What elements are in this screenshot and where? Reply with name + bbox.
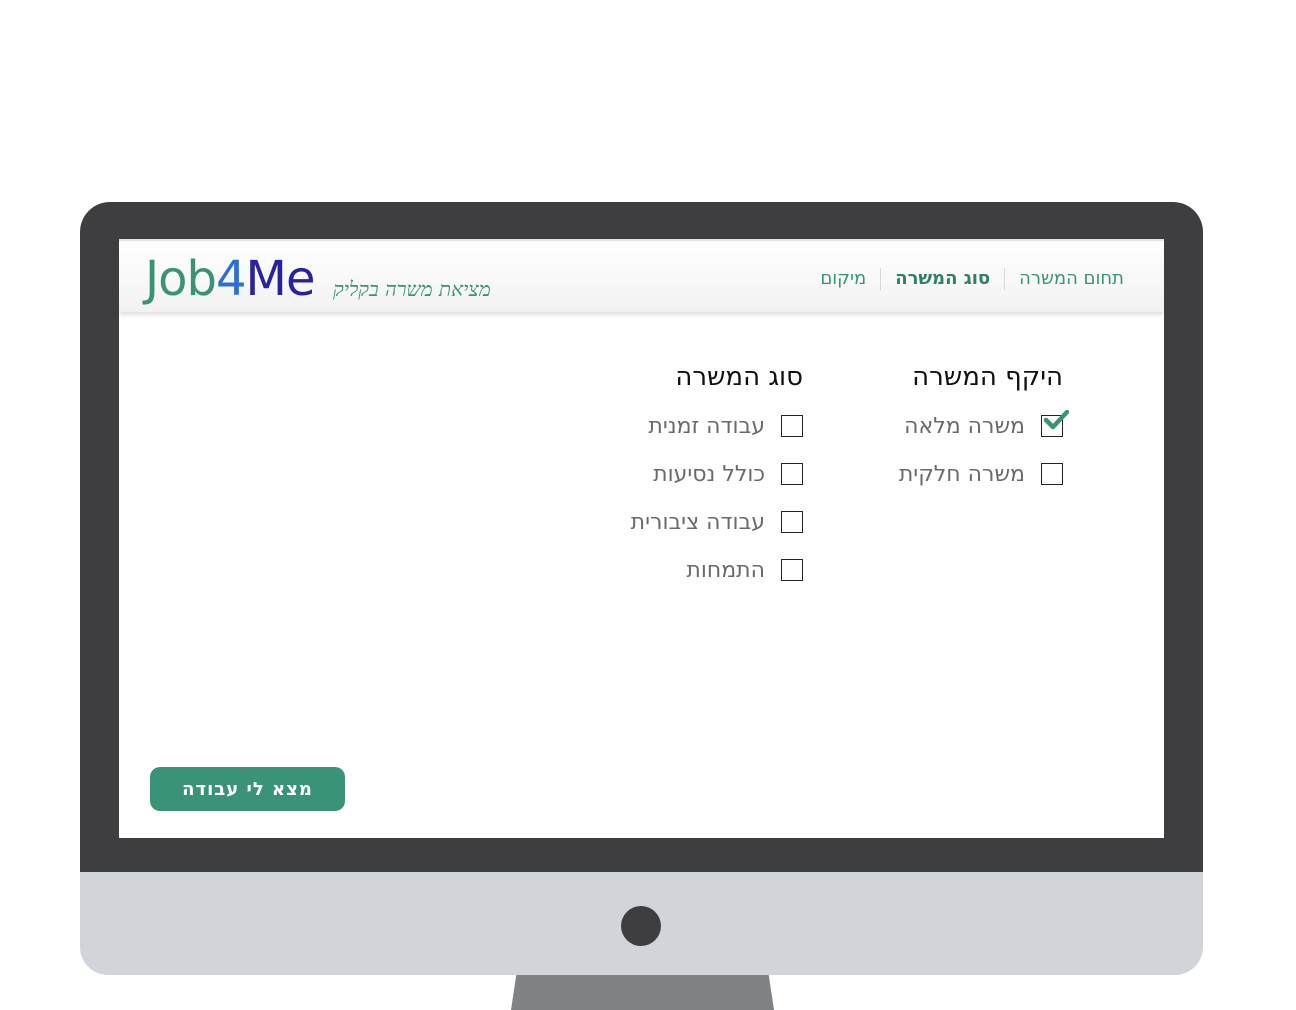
app-screen: Job4Me מציאת משרה בקליק תחום המשרה סוג ה… <box>119 239 1164 838</box>
option-travel[interactable]: כולל נסיעות <box>631 461 803 487</box>
option-full-time[interactable]: משרה מלאה <box>899 410 1069 439</box>
checkbox-internship[interactable] <box>781 559 803 581</box>
tagline: מציאת משרה בקליק <box>333 277 491 301</box>
job-type-title: סוג המשרה <box>675 362 803 392</box>
checkbox-temporary[interactable] <box>781 415 803 437</box>
option-label: עבודה ציבורית <box>630 509 765 535</box>
scope-title: היקף המשרה <box>912 362 1063 392</box>
option-temporary[interactable]: עבודה זמנית <box>631 413 803 439</box>
checkbox-public-sector[interactable] <box>781 511 803 533</box>
option-internship[interactable]: התמחות <box>631 557 803 583</box>
job-type-section: סוג המשרה עבודה זמנית כולל נסיעות עבודה … <box>631 362 803 606</box>
option-label: התמחות <box>686 557 765 583</box>
site-header: Job4Me מציאת משרה בקליק תחום המשרה סוג ה… <box>119 239 1164 312</box>
option-label: משרה מלאה <box>904 413 1025 439</box>
option-public-sector[interactable]: עבודה ציבורית <box>630 509 803 535</box>
logo-part-me: Me <box>245 251 316 307</box>
scope-section: היקף המשרה משרה מלאה משרה חלקית <box>898 362 1069 510</box>
nav-item-field[interactable]: תחום המשרה <box>1005 267 1124 291</box>
logo-part-4: 4 <box>216 251 247 307</box>
checkbox-travel[interactable] <box>781 463 803 485</box>
logo[interactable]: Job4Me <box>145 249 315 309</box>
checkbox-full-time[interactable] <box>1041 410 1069 437</box>
option-label: משרה חלקית <box>898 461 1025 487</box>
find-job-button[interactable]: מצא לי עבודה <box>150 767 345 811</box>
power-button-icon <box>621 906 661 946</box>
option-part-time[interactable]: משרה חלקית <box>898 461 1063 487</box>
nav-item-job-type[interactable]: סוג המשרה <box>881 267 1004 291</box>
nav-divider <box>1004 268 1006 290</box>
top-nav: תחום המשרה סוג המשרה מיקום <box>806 267 1124 291</box>
option-label: כולל נסיעות <box>653 461 765 487</box>
check-icon <box>1043 410 1069 430</box>
nav-item-location[interactable]: מיקום <box>806 267 880 291</box>
nav-divider <box>880 268 882 290</box>
checkbox-part-time[interactable] <box>1041 463 1063 485</box>
logo-part-job: Job <box>145 251 217 307</box>
option-label: עבודה זמנית <box>648 413 765 439</box>
monitor-stand <box>511 975 774 1010</box>
